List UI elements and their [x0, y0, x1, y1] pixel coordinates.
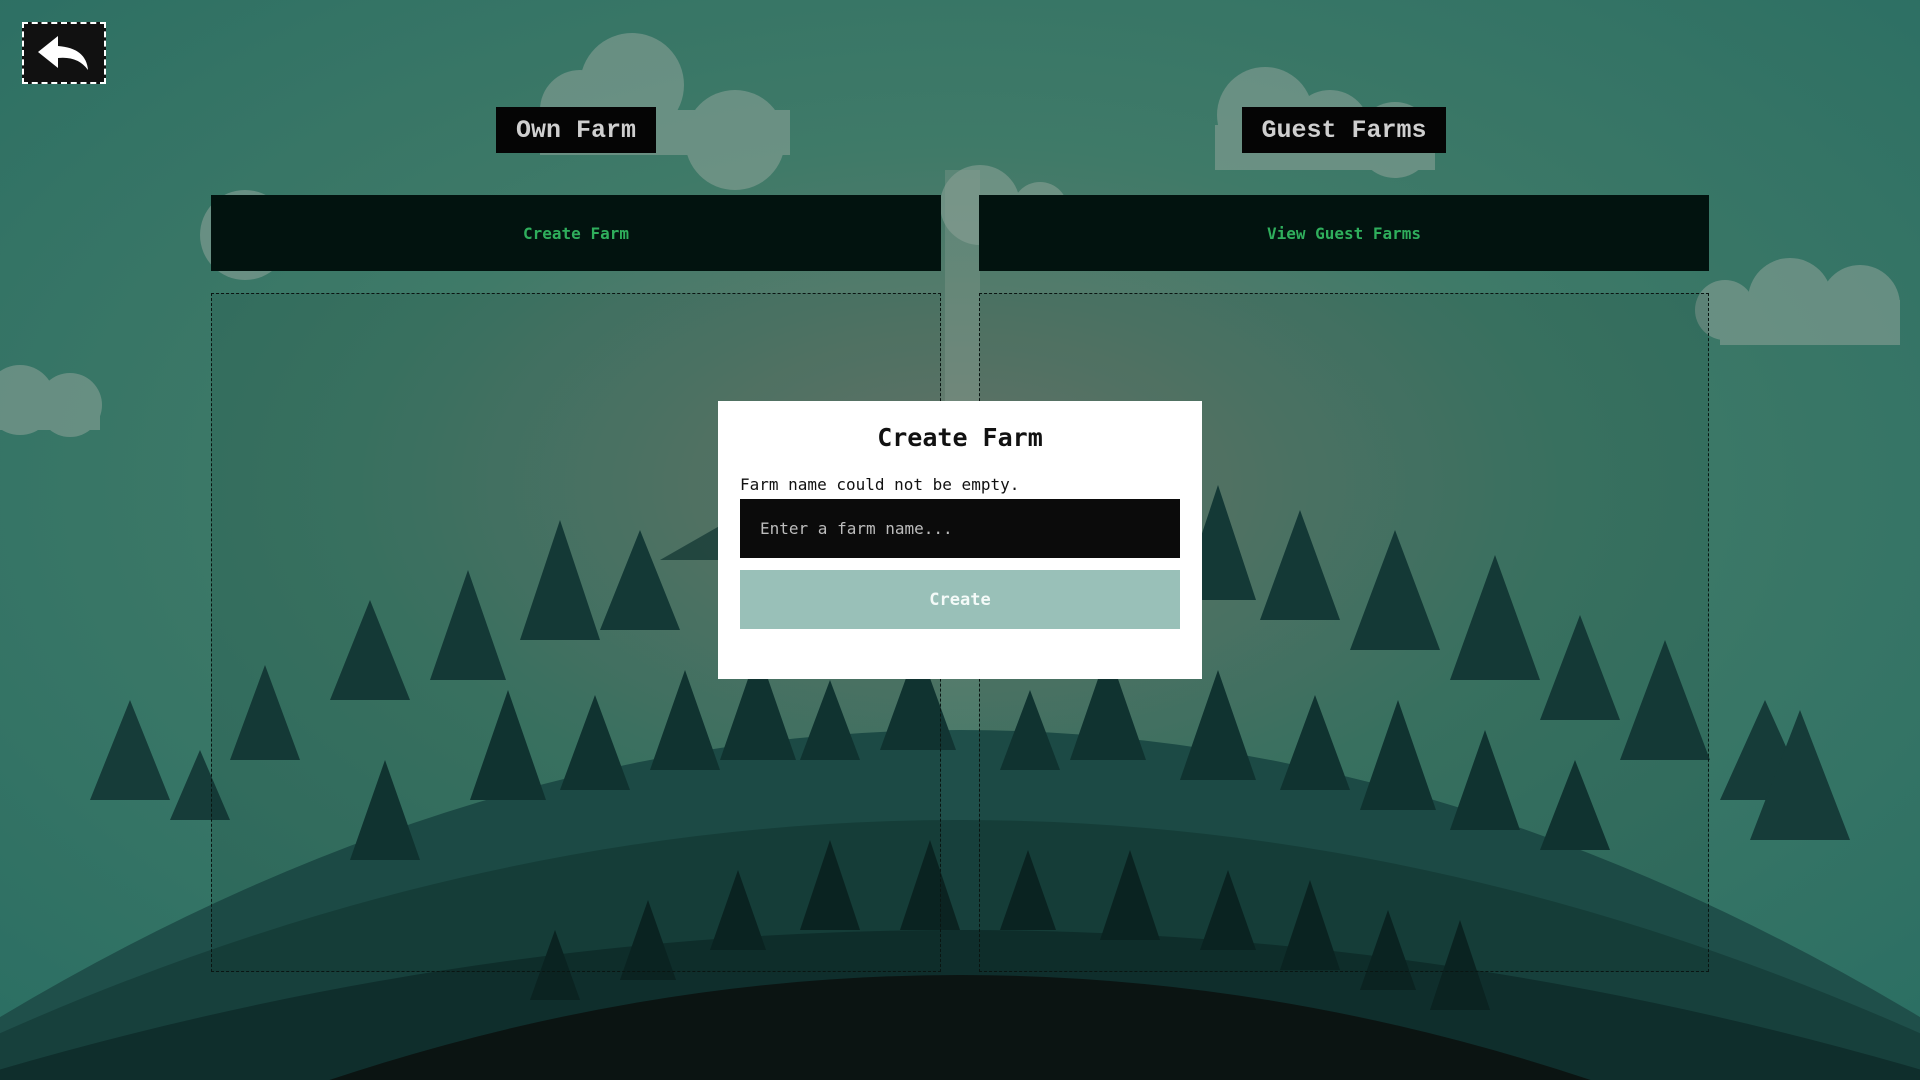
own-farm-title: Own Farm — [496, 107, 656, 153]
farm-name-input[interactable] — [740, 499, 1180, 558]
back-arrow-icon — [38, 36, 88, 70]
create-button[interactable]: Create — [740, 570, 1180, 629]
create-farm-dialog: Create Farm Farm name could not be empty… — [718, 401, 1202, 679]
guest-farms-title: Guest Farms — [1242, 107, 1446, 153]
back-button[interactable] — [22, 22, 106, 84]
error-message: Farm name could not be empty. — [740, 475, 1020, 494]
dialog-title: Create Farm — [877, 423, 1043, 452]
create-farm-button[interactable]: Create Farm — [211, 195, 941, 271]
view-guest-farms-button[interactable]: View Guest Farms — [979, 195, 1709, 271]
